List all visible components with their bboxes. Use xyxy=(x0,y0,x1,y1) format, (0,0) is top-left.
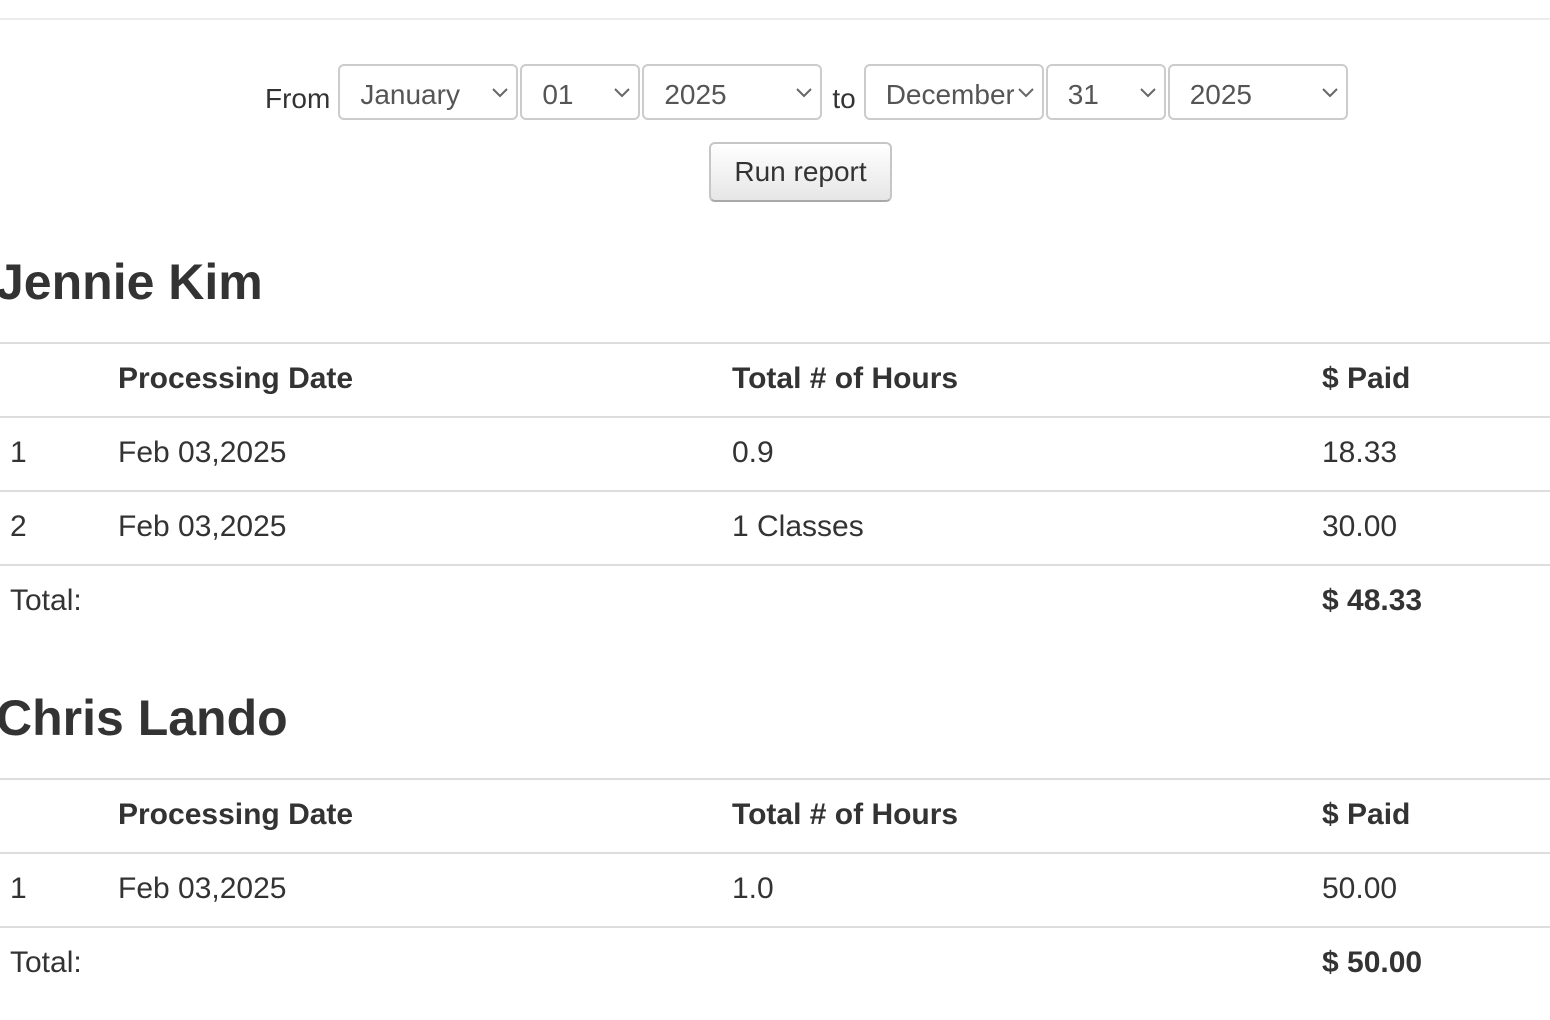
to-day-select[interactable]: 31 xyxy=(1045,64,1166,120)
to-month-value: December xyxy=(885,79,1014,110)
to-year-value: 2025 xyxy=(1189,79,1252,110)
column-header-paid: $ Paid xyxy=(1322,362,1411,395)
row-paid: 50.00 xyxy=(1322,872,1398,905)
total-value: $ 50.00 xyxy=(1322,946,1423,979)
row-total-hours: 1.0 xyxy=(732,872,774,905)
chevron-down-icon xyxy=(1017,88,1034,98)
row-total-hours: 0.9 xyxy=(732,436,774,469)
table-total-row: Total: $ 48.33 xyxy=(0,564,1550,638)
row-paid: 18.33 xyxy=(1322,436,1398,469)
from-day-value: 01 xyxy=(542,79,574,110)
table-row: 1 Feb 03,2025 1.0 50.00 xyxy=(0,852,1550,926)
chevron-down-icon xyxy=(492,88,509,98)
report-person-name: Chris Lando xyxy=(0,690,288,746)
table-row: 2 Feb 03,2025 1 Classes 30.00 xyxy=(0,490,1550,564)
chevron-down-icon xyxy=(1139,88,1156,98)
table-total-row: Total: $ 50.00 xyxy=(0,926,1550,1000)
from-month-select[interactable]: January xyxy=(338,64,519,120)
to-day-value: 31 xyxy=(1067,79,1099,110)
chevron-down-icon xyxy=(796,88,813,98)
to-label: to xyxy=(832,83,856,114)
row-processing-date: Feb 03,2025 xyxy=(118,436,287,469)
column-header-paid: $ Paid xyxy=(1322,798,1411,831)
column-header-total-hours: Total # of Hours xyxy=(732,798,959,831)
report-table: Processing Date Total # of Hours $ Paid … xyxy=(0,778,1550,1000)
column-header-total-hours: Total # of Hours xyxy=(732,362,959,395)
table-row: 1 Feb 03,2025 0.9 18.33 xyxy=(0,416,1550,490)
from-month-value: January xyxy=(360,79,460,110)
row-number: 2 xyxy=(10,510,27,543)
row-processing-date: Feb 03,2025 xyxy=(118,510,287,543)
row-paid: 30.00 xyxy=(1322,510,1398,543)
table-header-row: Processing Date Total # of Hours $ Paid xyxy=(0,342,1550,416)
column-header-processing-date: Processing Date xyxy=(118,798,354,831)
report-table: Processing Date Total # of Hours $ Paid … xyxy=(0,342,1550,638)
report-person-name: Jennie Kim xyxy=(0,254,263,310)
total-value: $ 48.33 xyxy=(1322,584,1423,617)
from-year-value: 2025 xyxy=(664,79,727,110)
date-range-filter: From January 01 2025 to December 31 2025 xyxy=(265,62,1350,122)
from-day-select[interactable]: 01 xyxy=(520,64,641,120)
from-year-select[interactable]: 2025 xyxy=(642,64,823,120)
row-number: 1 xyxy=(10,436,27,469)
to-month-select[interactable]: December xyxy=(863,64,1044,120)
chevron-down-icon xyxy=(1321,88,1338,98)
row-processing-date: Feb 03,2025 xyxy=(118,872,287,905)
from-label: From xyxy=(265,83,331,114)
row-number: 1 xyxy=(10,872,27,905)
total-label: Total: xyxy=(10,946,82,979)
table-header-row: Processing Date Total # of Hours $ Paid xyxy=(0,778,1550,852)
total-label: Total: xyxy=(10,584,82,617)
column-header-processing-date: Processing Date xyxy=(118,362,354,395)
row-total-hours: 1 Classes xyxy=(732,510,864,543)
chevron-down-icon xyxy=(614,88,631,98)
top-divider xyxy=(0,18,1550,20)
to-year-select[interactable]: 2025 xyxy=(1167,64,1348,120)
run-report-button[interactable]: Run report xyxy=(709,142,892,202)
